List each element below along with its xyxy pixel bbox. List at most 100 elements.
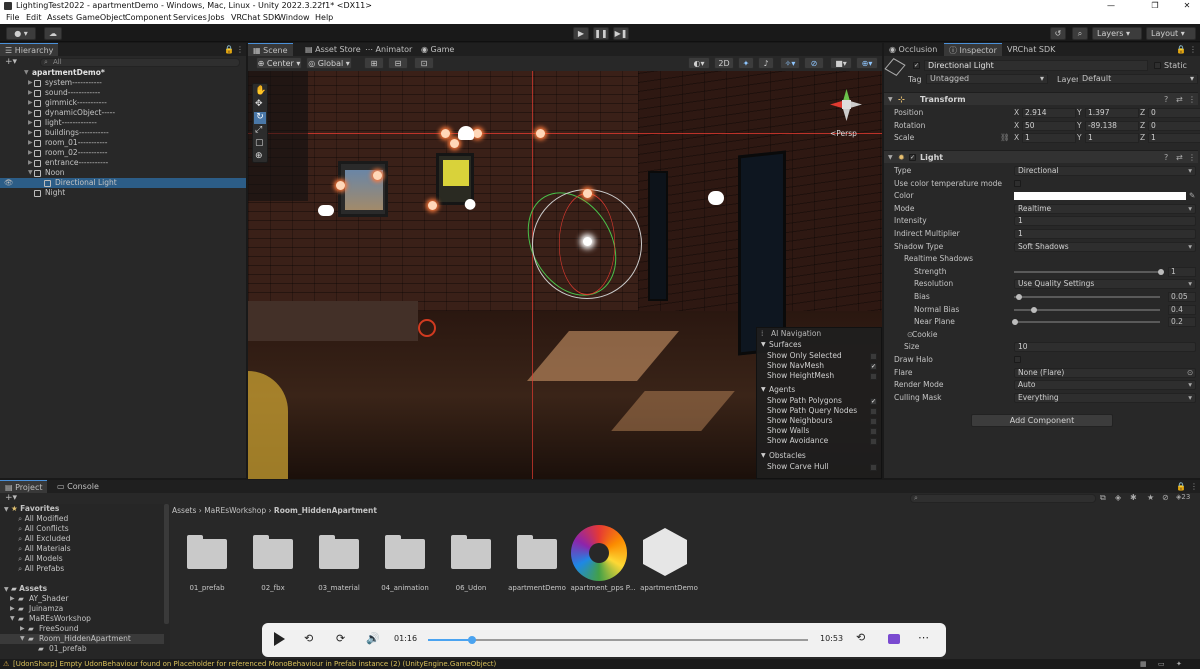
light-property-value[interactable]: 0.2 — [1168, 317, 1196, 328]
point-light-icon[interactable] — [373, 171, 382, 180]
light-property-value[interactable]: None (Flare) — [1014, 367, 1196, 378]
point-light-icon[interactable] — [441, 129, 450, 138]
ai-nav-option[interactable]: Show Path Polygons ✓ — [757, 396, 882, 406]
point-light-icon[interactable] — [428, 201, 437, 210]
create-icon[interactable]: +▾ — [5, 493, 17, 503]
expand-arrow-icon[interactable]: ▼ — [24, 68, 29, 78]
folder-arrow-icon[interactable]: ▶ — [20, 624, 25, 634]
ai-nav-option[interactable]: Show Carve Hull — [757, 462, 882, 472]
favorite-item[interactable]: ⌕ All Models — [18, 554, 63, 564]
ai-nav-option-checkbox[interactable]: ✓ — [870, 363, 877, 370]
obstacles-foldout[interactable]: ▼ Obstacles — [757, 451, 882, 461]
transform-tool-icon[interactable]: ⊕ — [255, 151, 263, 161]
bug-icon[interactable]: ✦ — [1176, 659, 1182, 669]
volume-icon[interactable]: 🔊 — [366, 632, 380, 645]
hierarchy-item[interactable]: ▶ light------------- — [0, 118, 246, 128]
object-name-field[interactable]: Directional Light — [924, 60, 1148, 71]
link-scale-icon[interactable]: ⛓ — [1000, 132, 1010, 144]
tab-animator[interactable]: ⋯ Animator — [360, 43, 417, 56]
hand-tool-icon[interactable]: ✋ — [255, 86, 266, 96]
cookie-object-icon[interactable]: ⊙ — [907, 329, 913, 341]
menu-jobs[interactable]: Jobs — [208, 12, 225, 24]
menu-help[interactable]: Help — [315, 12, 333, 24]
tab-inspector[interactable]: ⓘ Inspector — [944, 43, 1002, 56]
add-component-button[interactable]: Add Component — [971, 414, 1113, 427]
favorite-item[interactable]: ⌕ All Prefabs — [18, 564, 64, 574]
favorites-foldout[interactable]: ▼ ★ Favorites — [4, 504, 59, 514]
hierarchy-item[interactable]: ▶ buildings----------- — [0, 128, 246, 138]
light-property-slider[interactable] — [1014, 270, 1160, 273]
ai-nav-option[interactable]: Show Avoidance — [757, 436, 882, 446]
ai-nav-option[interactable]: Show NavMesh ✓ — [757, 361, 882, 371]
tab-vrchat-sdk[interactable]: VRChat SDK — [1002, 43, 1060, 56]
help-icon[interactable]: ? — [1164, 151, 1168, 164]
minimize-button[interactable]: — — [1104, 0, 1118, 12]
transform-position-z-field[interactable]: 0 — [1148, 108, 1200, 118]
progress-icon[interactable]: ▦ — [1140, 659, 1147, 669]
expand-arrow-icon[interactable]: ▶ — [28, 138, 33, 148]
tab-scene[interactable]: ▦ Scene — [248, 43, 293, 56]
tag-dropdown[interactable]: Untagged ▾ — [926, 74, 1048, 84]
filter-type-icon[interactable]: ⧉ — [1100, 493, 1106, 503]
ai-nav-option[interactable]: Show HeightMesh — [757, 371, 882, 381]
orientation-gizmo[interactable] — [830, 89, 864, 123]
eyedropper-icon[interactable]: ✎ — [1189, 190, 1195, 202]
light-property-value[interactable]: 1 — [1168, 266, 1196, 277]
hidden-objects-icon[interactable]: ⊘ — [804, 57, 824, 69]
transform-rotation-x-field[interactable]: 50 — [1022, 120, 1076, 131]
light-property-value[interactable]: 0.05 — [1168, 292, 1196, 302]
tab-hierarchy[interactable]: ☰ Hierarchy — [0, 43, 59, 56]
status-bar[interactable]: ⚠ [UdonSharp] Empty UdonBehaviour found … — [0, 659, 1200, 669]
tab-occlusion[interactable]: ◉ Occlusion — [884, 43, 942, 56]
preset-icon[interactable]: ⇄ — [1176, 93, 1183, 106]
light-property-value[interactable]: 1 — [1014, 229, 1196, 239]
favorite-item[interactable]: ⌕ All Modified — [18, 514, 68, 524]
more-options-icon[interactable]: ⋯ — [918, 631, 929, 644]
account-button[interactable]: ● ▾ — [6, 27, 36, 40]
tab-asset-store[interactable]: ▤ Asset Store — [300, 43, 366, 56]
scene-viewport[interactable]: ● ✋ ✥ ↻ ⤢ ▢ ⊕ <Persp ⁞ AI Navigation ▼ Sur… — [248, 71, 882, 479]
menu-services[interactable]: Services — [173, 12, 207, 24]
hierarchy-item[interactable]: ▶ room_01----------- — [0, 138, 246, 148]
help-icon[interactable]: ? — [1164, 93, 1168, 106]
hierarchy-item[interactable]: ▶ system----------- — [0, 78, 246, 88]
light-property-value[interactable]: Directional — [1014, 166, 1196, 176]
menu-edit[interactable]: Edit — [26, 12, 42, 24]
layout-dropdown[interactable]: Layout ▾ — [1146, 27, 1196, 40]
light-property-value[interactable]: 10 — [1014, 342, 1196, 353]
menu-gameobject[interactable]: GameObject — [76, 12, 126, 24]
folder-icon[interactable] — [449, 535, 493, 569]
lighting-toggle-icon[interactable]: ✦ — [738, 57, 754, 69]
breadcrumb-maresworkshop[interactable]: MaREsWorkshop — [204, 506, 266, 515]
post-processing-profile-icon[interactable] — [571, 525, 627, 581]
slider-knob[interactable] — [1012, 319, 1018, 326]
preset-icon[interactable]: ⇄ — [1176, 151, 1183, 164]
folder-icon[interactable] — [317, 535, 361, 569]
visibility-icon[interactable]: 👁 — [4, 178, 14, 188]
close-button[interactable]: ✕ — [1180, 0, 1194, 12]
point-light-icon[interactable] — [583, 189, 592, 198]
point-light-icon[interactable] — [536, 129, 545, 138]
tab-game[interactable]: ◉ Game — [416, 43, 459, 56]
transform-scale-x-field[interactable]: 1 — [1022, 133, 1076, 143]
agents-foldout[interactable]: ▼ Agents — [757, 385, 882, 395]
light-property-slider[interactable] — [1014, 296, 1160, 298]
folder-arrow-icon[interactable]: ▼ — [20, 634, 25, 644]
light-color-swatch[interactable] — [1014, 192, 1186, 201]
expand-arrow-icon[interactable]: ▶ — [28, 78, 33, 88]
hierarchy-item[interactable]: ▶ sound------------ — [0, 88, 246, 98]
asset-folder-item[interactable]: ▼ ▰ Room_HiddenApartment — [0, 634, 164, 644]
light-property-value[interactable]: Use Quality Settings — [1014, 279, 1196, 290]
ai-nav-option-checkbox[interactable] — [870, 373, 877, 380]
expand-arrow-icon[interactable]: ▶ — [28, 148, 33, 158]
assets-foldout[interactable]: ▼ ▰ Assets — [4, 584, 47, 594]
ai-nav-option-checkbox[interactable] — [870, 408, 877, 415]
pivot-dropdown[interactable]: ⊕ Center ▾ — [256, 57, 302, 69]
audio-source-icon[interactable] — [458, 126, 474, 140]
point-light-icon[interactable] — [473, 129, 482, 138]
ai-nav-option[interactable]: Show Walls — [757, 426, 882, 436]
ai-nav-option-checkbox[interactable] — [870, 418, 877, 425]
grid-snap-icon[interactable]: ⊞ — [364, 57, 384, 69]
transform-position-y-field[interactable]: 1.397 — [1085, 108, 1139, 118]
asset-folder-item[interactable]: ▰ 01_prefab — [0, 644, 164, 654]
